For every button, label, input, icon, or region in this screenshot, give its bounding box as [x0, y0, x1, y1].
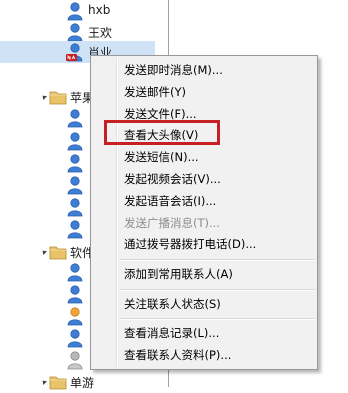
folder-icon	[49, 89, 67, 105]
user-online-icon	[66, 197, 84, 217]
user-online-icon	[66, 22, 84, 42]
menu-item-send-email[interactable]: 发送邮件(Y)	[124, 82, 186, 102]
menu-item-start-video[interactable]: 发起视频会话(V)...	[124, 169, 221, 189]
menu-item-broadcast[interactable]: 发送广播消息(T)...	[124, 213, 220, 233]
user-away-icon	[66, 306, 84, 326]
menu-item-send-im[interactable]: 发送即时消息(M)...	[124, 60, 223, 80]
menu-separator	[120, 289, 314, 291]
user-online-icon	[66, 284, 84, 304]
expand-arrow-icon[interactable]	[40, 93, 49, 102]
user-online-icon	[66, 175, 84, 195]
expand-arrow-icon[interactable]	[40, 378, 49, 387]
user-na-icon	[66, 42, 84, 62]
expand-arrow-icon[interactable]	[40, 248, 49, 257]
user-online-icon	[66, 262, 84, 282]
user-offline-icon	[66, 350, 84, 370]
group-row[interactable]: 单游	[0, 371, 348, 393]
contact-name: hxb	[88, 3, 111, 17]
menu-item-follow-status[interactable]: 关注联系人状态(S)	[124, 294, 221, 314]
menu-item-start-voice[interactable]: 发起语音会话(I)...	[124, 191, 216, 211]
menu-item-dial[interactable]: 通过拨号器拨打电话(D)...	[124, 234, 256, 254]
menu-separator	[120, 318, 314, 320]
context-menu: 发送即时消息(M)... 发送邮件(Y) 发送文件(F)... 查看大头像(V)…	[90, 55, 318, 370]
user-online-icon	[66, 1, 84, 21]
menu-item-send-sms[interactable]: 发送短信(N)...	[124, 147, 199, 167]
folder-icon	[49, 244, 67, 260]
menu-item-add-favorite[interactable]: 添加到常用联系人(A)	[124, 264, 233, 284]
user-online-icon	[66, 153, 84, 173]
contact-row[interactable]: 王欢	[0, 21, 348, 43]
contact-row[interactable]: hxb	[0, 0, 348, 22]
user-online-icon	[66, 328, 84, 348]
user-online-icon	[66, 108, 84, 128]
user-online-icon	[66, 131, 84, 151]
menu-item-view-history[interactable]: 查看消息记录(L)...	[124, 323, 219, 343]
group-name: 单游	[70, 376, 95, 390]
user-online-icon	[66, 219, 84, 239]
menu-item-view-profile[interactable]: 查看联系人资料(P)...	[124, 345, 231, 365]
menu-separator	[120, 259, 314, 261]
menu-icon-gutter	[116, 58, 118, 367]
contact-name: 王欢	[88, 26, 113, 40]
folder-icon	[49, 374, 67, 390]
highlight-box	[104, 120, 220, 145]
